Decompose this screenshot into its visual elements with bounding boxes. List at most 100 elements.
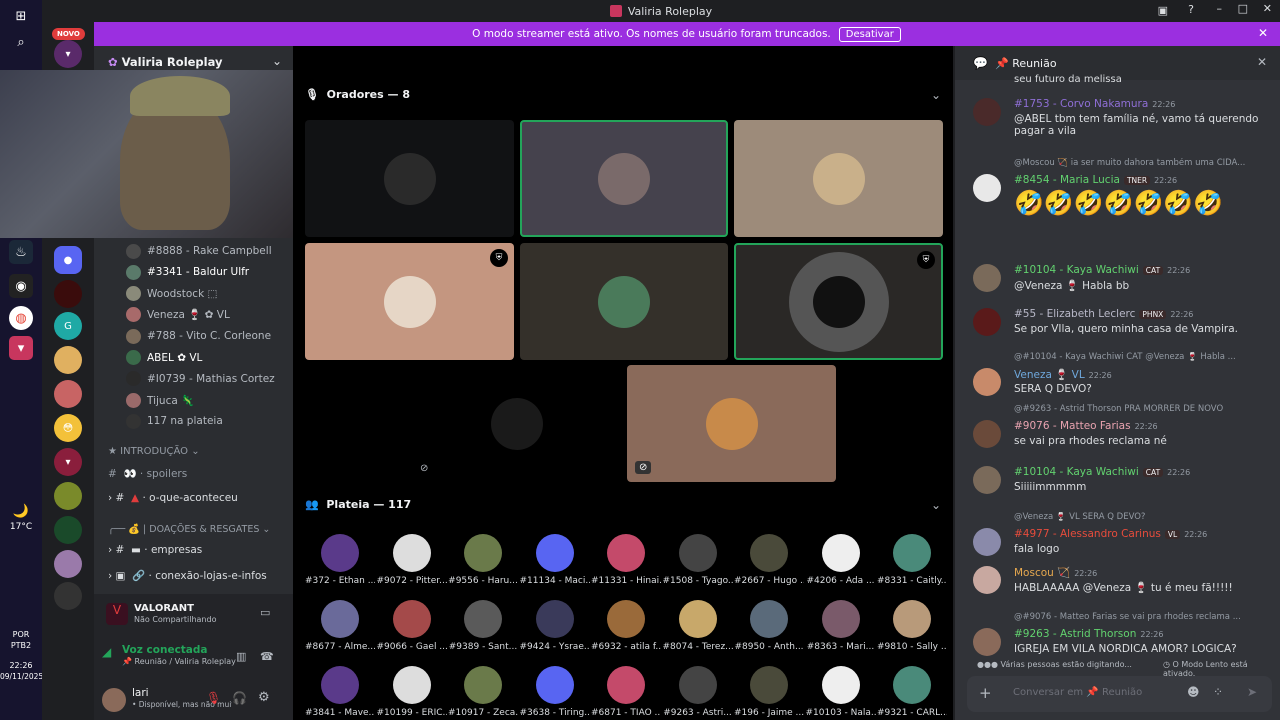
dm-icon[interactable]: ● (54, 246, 82, 274)
message-author[interactable]: #9263 - Astrid Thorson (1014, 628, 1136, 640)
voice-user[interactable]: #I0739 - Mathias Cortez (94, 369, 293, 389)
windows-start-icon[interactable]: ⊞ (9, 4, 33, 28)
share-screen-icon[interactable]: ▭ (260, 606, 270, 619)
audience-member[interactable]: #1508 - Tyago... (663, 534, 733, 586)
message-input[interactable]: Conversar em 📌 Reunião (1013, 687, 1142, 698)
voice-user[interactable]: Veneza 🍷 ✿ VL (94, 305, 293, 325)
audience-member[interactable]: #10103 - Nala... (806, 666, 876, 718)
category-introducao[interactable]: ★ INTRODUÇÃO ⌄ (108, 446, 200, 457)
close-window-icon[interactable]: ✕ (1263, 2, 1272, 15)
minimize-icon[interactable]: – (1217, 2, 1223, 15)
message-author[interactable]: Veneza 🍷 VL (1014, 369, 1085, 381)
speaker-tile[interactable] (305, 120, 514, 237)
audience-member[interactable]: #6871 - TIAO ... (591, 666, 661, 718)
chrome-icon[interactable]: ◍ (9, 306, 33, 330)
server-icon[interactable] (54, 550, 82, 578)
voice-user[interactable]: Tijuca 🦎 (94, 390, 293, 410)
inbox-icon[interactable]: ▣ (1158, 4, 1168, 17)
server-icon[interactable] (54, 582, 82, 610)
audience-member[interactable]: #4206 - Ada ... (806, 534, 876, 586)
audience-member[interactable]: #196 - Jaime ... (734, 666, 804, 718)
chevron-down-icon[interactable]: ⌄ (272, 54, 282, 68)
server-icon[interactable] (54, 280, 82, 308)
audience-member[interactable]: #9810 - Sally ... (877, 600, 947, 652)
speakers-header[interactable]: 🎙 Oradores — 8 (305, 88, 410, 101)
voice-user[interactable]: 117 na plateia (94, 411, 293, 431)
message-author[interactable]: #1753 - Corvo Nakamura (1014, 98, 1148, 110)
gear-icon[interactable]: ⚙ (258, 690, 270, 705)
disconnect-icon[interactable]: ☎ (260, 650, 274, 663)
voice-user[interactable]: ABEL ✿ VL (94, 348, 293, 368)
chevron-down-icon[interactable]: ⌄ (931, 498, 941, 512)
avatar[interactable] (973, 368, 1001, 396)
app-icon[interactable]: ◉ (9, 274, 33, 298)
voice-user[interactable]: #788 - Vito C. Corleone (94, 326, 293, 346)
steam-icon[interactable]: ♨ (9, 240, 33, 264)
message-author[interactable]: #8454 - Maria Lucia (1014, 174, 1120, 186)
send-icon[interactable]: ➤ (1247, 685, 1257, 699)
audience-member[interactable]: #372 - Ethan ... (305, 534, 375, 586)
reply-preview[interactable]: @#10104 - Kaya Wachiwi CAT @Veneza 🍷 Hab… (1014, 352, 1264, 362)
audience-member[interactable]: #3638 - Tiring... (520, 666, 590, 718)
reply-preview[interactable]: @Moscou 🏹 ia ser muito dahora também uma… (1014, 158, 1264, 168)
microphone-muted-icon[interactable]: 🎙 (206, 691, 221, 705)
audience-member[interactable]: #8677 - Alme... (305, 600, 375, 652)
emoji-icon[interactable]: ☻ (1187, 685, 1200, 699)
avatar[interactable] (973, 466, 1001, 494)
server-icon[interactable] (54, 380, 82, 408)
server-icon-active[interactable]: ▾ (54, 448, 82, 476)
audience-member[interactable]: #11134 - Maci... (520, 534, 590, 586)
discord-taskbar-icon[interactable]: ▾ (9, 336, 33, 360)
message-author[interactable]: #9076 - Matteo Farias (1014, 420, 1131, 432)
speaker-tile[interactable]: ⊘ (627, 365, 836, 482)
audience-member[interactable]: #11331 - Hinai... (591, 534, 661, 586)
close-chat-icon[interactable]: ✕ (1257, 55, 1267, 69)
audience-member[interactable]: #2667 - Hugo ... (734, 534, 804, 586)
speaker-tile[interactable] (734, 120, 943, 237)
language-indicator[interactable]: POR (0, 630, 42, 639)
user-name[interactable]: lari (132, 687, 149, 699)
reply-preview[interactable]: @#9263 - Astrid Thorson PRA MORRER DE NO… (1014, 404, 1264, 414)
server-icon[interactable]: G (54, 312, 82, 340)
maximize-icon[interactable]: □ (1238, 2, 1248, 15)
message-author[interactable]: #55 - Elizabeth Leclerc (1014, 308, 1135, 320)
audience-member[interactable]: #9321 - CARL... (877, 666, 947, 718)
voice-channel[interactable]: 📌 Reunião / Valiria Roleplay (122, 657, 236, 666)
apps-icon[interactable]: ⁘ (1213, 685, 1223, 699)
search-icon[interactable]: ⌕ (9, 30, 33, 54)
close-banner-icon[interactable]: ✕ (1258, 26, 1268, 40)
server-icon[interactable] (54, 482, 82, 510)
server-icon[interactable] (54, 346, 82, 374)
reply-preview[interactable]: @Veneza 🍷 VL SERA Q DEVO? (1014, 512, 1264, 522)
speaker-tile[interactable] (520, 243, 728, 360)
server-icon[interactable]: ▾ (54, 40, 82, 68)
speaker-tile[interactable] (520, 120, 728, 237)
chevron-down-icon[interactable]: ⌄ (931, 88, 941, 102)
audience-member[interactable]: #9424 - Ysrae... (520, 600, 590, 652)
clock-date[interactable]: 09/11/2025 (0, 672, 43, 681)
avatar[interactable] (973, 174, 1001, 202)
category-doacoes[interactable]: ╭── 💰 | DOAÇÕES & RESGATES ⌄ (108, 524, 270, 535)
add-attachment-icon[interactable]: + (979, 684, 992, 702)
channel-spoilers[interactable]: # 👀 · spoilers (108, 467, 187, 480)
audience-member[interactable]: #3841 - Mave... (305, 666, 375, 718)
voice-user[interactable]: #8888 - Rake Campbell (94, 241, 293, 261)
server-icon[interactable]: 😳 (54, 414, 82, 442)
message-author[interactable]: #10104 - Kaya Wachiwi (1014, 264, 1139, 276)
voice-user[interactable]: Woodstock ⬚ (94, 284, 293, 304)
channel-empresas[interactable]: › # ▬ · empresas (108, 544, 202, 556)
server-icon[interactable] (54, 516, 82, 544)
speaker-tile[interactable]: ⊘ (412, 365, 621, 482)
disable-streamer-button[interactable]: Desativar (838, 26, 901, 42)
audience-member[interactable]: #10199 - ERIC... (377, 666, 447, 718)
channel-o-que-aconteceu[interactable]: › # ▲ · o-que-aconteceu (108, 492, 238, 504)
audience-member[interactable]: #9066 - Gael ... (377, 600, 447, 652)
reply-preview[interactable]: @#9076 - Matteo Farias se vai pra rhodes… (1014, 612, 1264, 622)
avatar[interactable] (973, 98, 1001, 126)
speaker-tile[interactable]: ⛨ (734, 243, 943, 360)
avatar[interactable] (973, 566, 1001, 594)
audience-header[interactable]: 👥 Plateia — 117 (305, 498, 411, 511)
audience-member[interactable]: #9072 - Pitter... (377, 534, 447, 586)
avatar[interactable] (102, 688, 126, 712)
server-name[interactable]: ✿ Valiria Roleplay (108, 55, 223, 69)
